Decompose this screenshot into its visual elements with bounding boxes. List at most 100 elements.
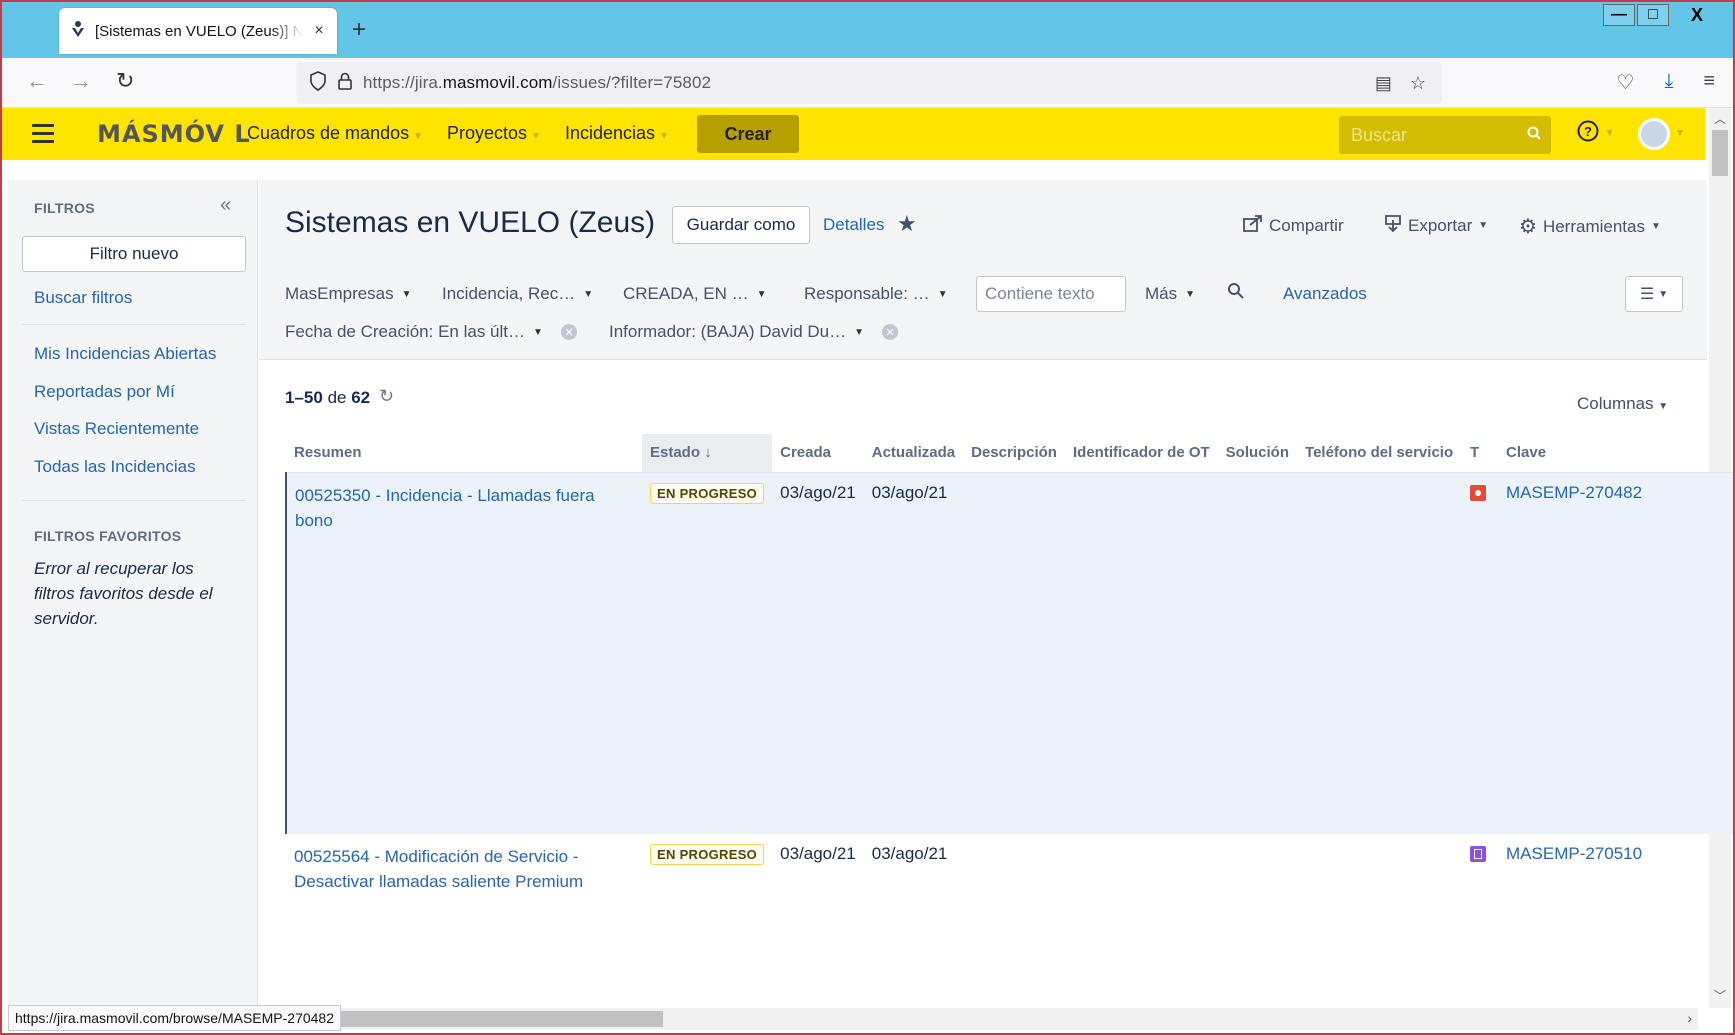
refresh-icon[interactable]: ↻: [379, 386, 394, 407]
issue-key-link[interactable]: MASEMP-270482: [1506, 483, 1642, 502]
column-phone[interactable]: Teléfono del servicio: [1297, 434, 1463, 473]
filters-sidebar: FILTROS « Filtro nuevo Buscar filtros Mi…: [8, 180, 258, 1010]
assignee-filter[interactable]: Responsable: … ▼: [804, 284, 948, 304]
nav-dashboards[interactable]: Cuadros de mandos ▼: [247, 123, 423, 144]
gear-icon: ⚙: [1519, 216, 1537, 238]
status-filter[interactable]: CREADA, EN … ▼: [623, 284, 767, 304]
minimize-icon[interactable]: —: [1603, 4, 1635, 26]
nav-projects[interactable]: Proyectos ▼: [447, 123, 541, 144]
search-icon[interactable]: [1227, 282, 1245, 305]
remove-filter-icon[interactable]: ✕: [882, 324, 899, 340]
new-filter-button[interactable]: Filtro nuevo: [22, 236, 246, 272]
link-status-url: https://jira.masmovil.com/browse/MASEMP-…: [8, 1005, 341, 1031]
chevron-down-icon[interactable]: ▼: [1675, 128, 1685, 139]
chevron-down-icon: ▼: [401, 288, 412, 300]
sort-arrow-down-icon: ↓: [704, 444, 712, 462]
sidebar-item-recently-viewed[interactable]: Vistas Recientemente: [34, 419, 199, 439]
issues-table: Resumen Estado ↓ Creada Actualizada Desc…: [285, 434, 1733, 914]
updated-date: 03/ago/21: [863, 472, 964, 834]
back-icon[interactable]: ←: [26, 68, 48, 94]
type-filter[interactable]: Incidencia, Rec… ▼: [442, 284, 593, 304]
filters-heading: FILTROS: [34, 200, 95, 216]
favourite-star-icon[interactable]: ★: [897, 211, 917, 237]
created-date-filter[interactable]: Fecha de Creación: En las últ… ▼ ✕: [285, 322, 577, 342]
column-updated[interactable]: Actualizada: [863, 434, 964, 473]
navigator-header: Sistemas en VUELO (Zeus) Guardar como De…: [259, 180, 1707, 268]
jira-header: MÁSMÓV L Cuadros de mandos ▼ Proyectos ▼ I…: [2, 108, 1705, 160]
solution-cell: [1218, 834, 1297, 914]
chevron-down-icon: ▼: [659, 131, 669, 142]
view-options-button[interactable]: ☰ ▼: [1625, 276, 1683, 312]
project-filter[interactable]: MasEmpresas ▼: [285, 284, 412, 304]
share-button[interactable]: Compartir: [1243, 214, 1344, 237]
advanced-search-link[interactable]: Avanzados: [1283, 284, 1367, 304]
forward-icon[interactable]: →: [70, 68, 92, 94]
help-icon[interactable]: ? ▼: [1577, 120, 1614, 148]
table-row[interactable]: 00525350 - Incidencia - Llamadas fuera b…: [285, 472, 1733, 834]
reporter-filter[interactable]: Informador: (BAJA) David Du… ▼ ✕: [609, 322, 899, 342]
column-created[interactable]: Creada: [772, 434, 864, 473]
nav-issues[interactable]: Incidencias ▼: [565, 123, 669, 144]
column-description[interactable]: Descripción: [963, 434, 1065, 473]
column-summary[interactable]: Resumen: [286, 434, 642, 473]
save-as-button[interactable]: Guardar como: [672, 206, 810, 244]
export-button[interactable]: Exportar ▼: [1384, 214, 1488, 237]
table-row[interactable]: 00525564 - Modificación de Servicio - De…: [286, 834, 1733, 914]
close-tab-icon[interactable]: ×: [311, 22, 327, 40]
create-button[interactable]: Crear: [697, 115, 799, 153]
details-link[interactable]: Detalles: [823, 215, 884, 235]
svg-text:?: ?: [1584, 124, 1592, 139]
menu-icon[interactable]: ≡: [1703, 70, 1715, 95]
collapse-sidebar-icon[interactable]: «: [220, 194, 231, 217]
divider: [22, 500, 246, 501]
scroll-right-icon[interactable]: ›: [1687, 1010, 1692, 1026]
window-controls: — □ X: [1603, 4, 1723, 26]
issue-summary-link[interactable]: 00525350 - Incidencia - Llamadas fuera b…: [295, 483, 625, 533]
close-window-icon[interactable]: X: [1671, 4, 1723, 26]
columns-button[interactable]: Columnas ▼: [1577, 394, 1668, 414]
created-date: 03/ago/21: [772, 472, 864, 834]
user-avatar[interactable]: [1638, 118, 1670, 150]
new-tab-icon[interactable]: +: [352, 16, 366, 44]
chevron-down-icon: ▼: [583, 288, 594, 300]
ot-id-cell: [1065, 834, 1218, 914]
chevron-down-icon: ▼: [1650, 221, 1661, 232]
sidebar-item-all-issues[interactable]: Todas las Incidencias: [34, 457, 196, 477]
page-title: Sistemas en VUELO (Zeus): [285, 206, 656, 239]
issue-summary-link[interactable]: 00525564 - Modificación de Servicio - De…: [294, 844, 624, 894]
filter-bar: MasEmpresas ▼ Incidencia, Rec… ▼ CREADA, E…: [259, 268, 1707, 360]
pocket-icon[interactable]: ♡: [1617, 70, 1635, 95]
column-ot-id[interactable]: Identificador de OT: [1064, 434, 1218, 473]
scroll-up-icon[interactable]: ︿: [1714, 110, 1726, 127]
column-type[interactable]: T: [1462, 434, 1499, 473]
remove-filter-icon[interactable]: ✕: [560, 324, 577, 340]
reader-view-icon[interactable]: ▤: [1375, 73, 1392, 94]
bookmark-star-icon[interactable]: ☆: [1410, 73, 1426, 94]
sidebar-item-reported-by-me[interactable]: Reportadas por Mí: [34, 382, 175, 402]
app-switcher-icon[interactable]: [32, 124, 54, 148]
scroll-down-icon[interactable]: ﹀: [1714, 987, 1726, 1004]
download-icon[interactable]: ⤓: [1664, 70, 1673, 95]
address-bar[interactable]: https://jira.masmovil.com/issues/?filter…: [297, 62, 1442, 104]
issue-key-link[interactable]: MASEMP-270510: [1506, 844, 1642, 863]
results-count: 1–50 de 62: [285, 388, 371, 407]
lock-icon: [337, 71, 353, 96]
browser-tab[interactable]: [Sistemas en VUELO (Zeus)] Navegador de …: [59, 8, 337, 54]
text-search-input[interactable]: Contiene texto: [976, 276, 1126, 312]
chevron-down-icon: ▼: [1658, 401, 1669, 412]
tools-button[interactable]: ⚙ Herramientas ▼: [1519, 214, 1661, 239]
sidebar-item-my-open-issues[interactable]: Mis Incidencias Abiertas: [34, 344, 216, 364]
phone-cell: [1297, 834, 1462, 914]
masmovil-logo[interactable]: MÁSMÓV L: [97, 120, 251, 148]
search-input[interactable]: Buscar: [1339, 116, 1551, 154]
more-filters-button[interactable]: Más ▼: [1145, 284, 1195, 304]
column-key[interactable]: Clave: [1498, 434, 1733, 473]
scrollbar-thumb[interactable]: [1712, 130, 1728, 176]
search-filters-link[interactable]: Buscar filtros: [34, 288, 132, 308]
column-solution[interactable]: Solución: [1217, 434, 1298, 473]
reload-icon[interactable]: ↻: [116, 68, 134, 94]
maximize-icon[interactable]: □: [1637, 4, 1669, 26]
search-icon: [1527, 126, 1541, 144]
column-status[interactable]: Estado ↓: [642, 434, 773, 473]
url-text: https://jira.masmovil.com/issues/?filter…: [363, 73, 712, 92]
